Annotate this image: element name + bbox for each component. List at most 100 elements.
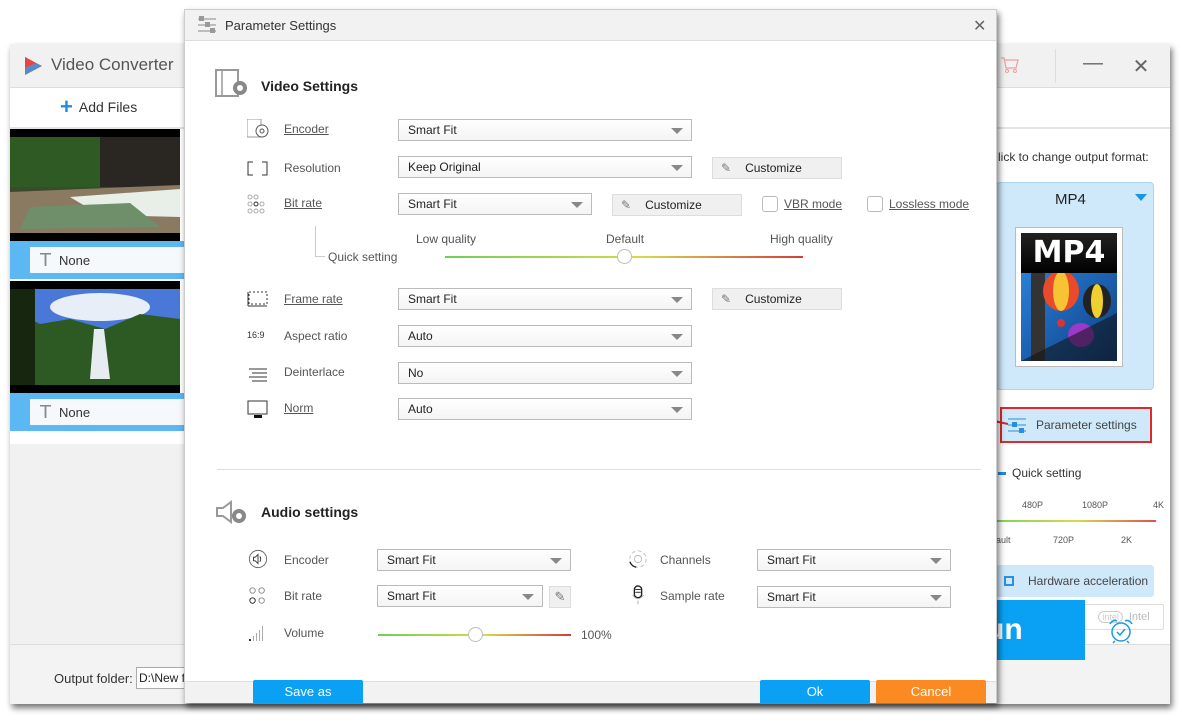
audio-settings-icon <box>216 500 246 524</box>
titlebar-separator <box>1055 49 1056 83</box>
plus-icon: + <box>60 94 73 119</box>
speaker-icon <box>248 549 268 569</box>
format-image-label: MP4 <box>1021 233 1117 273</box>
aspect-ratio-label: Aspect ratio <box>284 329 348 343</box>
chevron-down-icon <box>522 594 534 600</box>
deinterlace-icon <box>249 368 267 382</box>
channels-label: Channels <box>660 553 711 567</box>
frame-rate-select[interactable]: Smart Fit <box>398 288 692 310</box>
tree-connector <box>315 256 325 257</box>
pencil-icon: ✎ <box>554 589 566 604</box>
alarm-clock-icon[interactable] <box>1108 618 1134 644</box>
default-quality-label: Default <box>606 232 645 246</box>
encoder-icon <box>247 119 269 138</box>
frame-rate-value: Smart Fit <box>408 292 457 306</box>
hardware-acceleration-label: Hardware acceleration <box>1028 574 1149 588</box>
audio-bitrate-value: Smart Fit <box>387 589 436 603</box>
output-folder-label: Output folder: <box>54 671 133 686</box>
deinterlace-label: Deinterlace <box>284 365 345 379</box>
file-item[interactable]: T None <box>10 129 188 279</box>
audio-encoder-select[interactable]: Smart Fit <box>377 549 571 571</box>
app-title: Video Converter <box>51 55 174 74</box>
quality-tick: 2K <box>1121 535 1133 545</box>
app-logo-icon <box>25 57 42 75</box>
subtitle-value: None <box>59 404 91 420</box>
channels-icon <box>629 550 647 568</box>
frame-rate-label[interactable]: Frame rate <box>284 292 343 306</box>
cart-icon[interactable] <box>1000 56 1020 74</box>
run-button[interactable]: un <box>986 600 1085 660</box>
chevron-down-icon <box>1135 194 1147 201</box>
cancel-button[interactable]: Cancel <box>876 680 986 703</box>
ok-button[interactable]: Ok <box>760 680 870 703</box>
sliders-icon <box>198 16 216 33</box>
aspect-ratio-select[interactable]: Auto <box>398 325 692 347</box>
audio-bitrate-select[interactable]: Smart Fit <box>377 585 543 607</box>
video-settings-title: Video Settings <box>261 78 358 94</box>
sample-rate-select[interactable]: Smart Fit <box>757 586 951 608</box>
video-thumbnail <box>10 281 180 393</box>
video-quality-slider-knob[interactable] <box>617 249 632 264</box>
resolution-icon <box>247 160 268 177</box>
deinterlace-select[interactable]: No <box>398 362 692 384</box>
monitor-icon <box>247 400 268 418</box>
resolution-label: Resolution <box>284 161 341 175</box>
resolution-select[interactable]: Keep Original <box>398 156 692 178</box>
save-as-button[interactable]: Save as <box>253 680 363 703</box>
sample-rate-value: Smart Fit <box>767 590 816 604</box>
quick-setting-label: Quick setting <box>998 466 1081 480</box>
chevron-down-icon <box>550 558 562 564</box>
chevron-down-icon <box>671 371 683 377</box>
lossless-mode-label: Lossless mode <box>889 197 970 211</box>
minimize-button[interactable]: — <box>1080 52 1106 78</box>
lossless-mode-checkbox[interactable]: Lossless mode <box>867 196 969 212</box>
sample-rate-label: Sample rate <box>660 589 725 603</box>
deinterlace-value: No <box>408 366 424 380</box>
add-files-label: Add Files <box>78 99 138 115</box>
video-settings-icon <box>215 69 247 97</box>
resolution-customize-button[interactable]: ✎ Customize <box>712 157 842 179</box>
bitrate-icon <box>249 587 265 604</box>
file-item[interactable]: T None <box>10 281 188 431</box>
subtitle-select[interactable]: T None <box>30 247 188 273</box>
text-icon: T <box>40 249 51 271</box>
quality-tick: 4K <box>1153 500 1165 510</box>
video-bitrate-label[interactable]: Bit rate <box>284 196 322 210</box>
file-list-empty-area <box>10 444 188 644</box>
video-encoder-label[interactable]: Encoder <box>284 122 329 136</box>
output-format-selector[interactable]: MP4 MP4 <box>996 182 1154 390</box>
channels-select[interactable]: Smart Fit <box>757 549 951 571</box>
video-bitrate-select[interactable]: Smart Fit <box>398 193 592 215</box>
quality-slider[interactable] <box>996 520 1156 522</box>
norm-select[interactable]: Auto <box>398 398 692 420</box>
norm-label[interactable]: Norm <box>284 401 313 415</box>
frame-rate-icon <box>247 291 268 307</box>
format-name: MP4 <box>1055 191 1086 208</box>
low-quality-label: Low quality <box>416 232 477 246</box>
subtitle-select[interactable]: T None <box>30 399 188 425</box>
audio-bitrate-edit-button[interactable]: ✎ <box>549 586 571 608</box>
frame-rate-customize-button[interactable]: ✎ Customize <box>712 288 842 310</box>
parameter-settings-button[interactable]: Parameter settings <box>1000 407 1152 443</box>
vbr-mode-checkbox[interactable]: VBR mode <box>762 196 842 212</box>
audio-bitrate-label: Bit rate <box>284 589 323 603</box>
video-encoder-value: Smart Fit <box>408 123 457 137</box>
volume-slider-knob[interactable] <box>467 627 483 642</box>
audio-settings-title: Audio settings <box>261 504 359 520</box>
parameter-settings-dialog: Parameter Settings ✕ Video Settings Enco… <box>184 9 997 703</box>
volume-bars-icon <box>249 626 263 641</box>
bitrate-customize-button[interactable]: ✎ Customize <box>612 194 742 216</box>
audio-encoder-label: Encoder <box>284 553 329 567</box>
dialog-titlebar: Parameter Settings ✕ <box>185 10 996 41</box>
add-files-button[interactable]: + Add Files <box>60 94 138 119</box>
pencil-icon: ✎ <box>721 292 732 306</box>
chevron-down-icon <box>930 558 942 564</box>
close-button[interactable]: ✕ <box>1128 54 1154 80</box>
hardware-acceleration-button[interactable]: Hardware acceleration <box>996 565 1154 597</box>
chevron-down-icon <box>671 165 683 171</box>
video-encoder-select[interactable]: Smart Fit <box>398 119 692 141</box>
parameter-settings-label: Parameter settings <box>1036 418 1137 432</box>
volume-value: 100% <box>581 628 612 642</box>
subtitle-bar: T None <box>10 241 188 279</box>
dialog-close-button[interactable]: ✕ <box>973 16 986 36</box>
